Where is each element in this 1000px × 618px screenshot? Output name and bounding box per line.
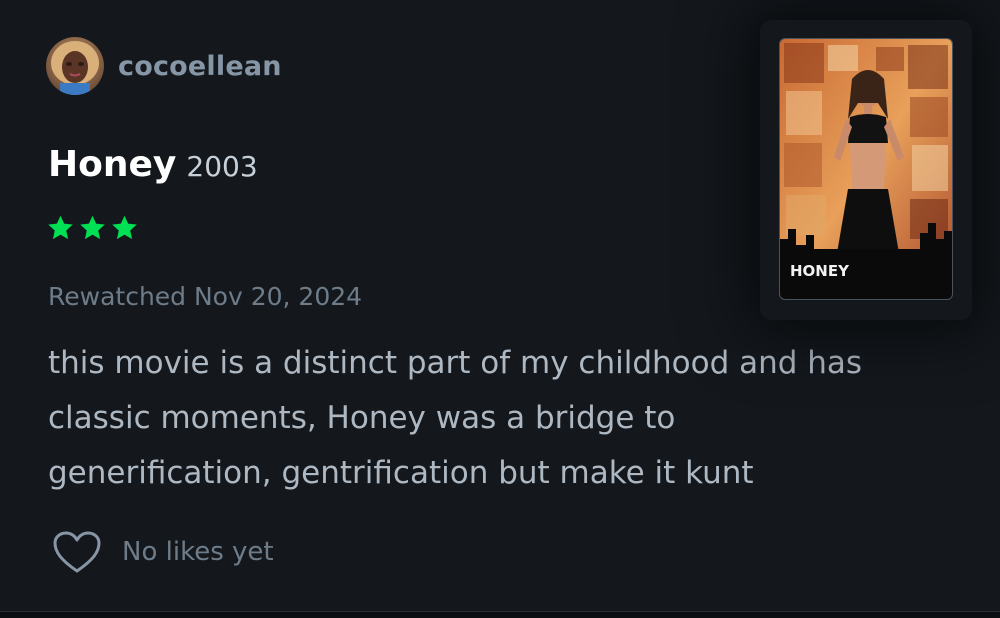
film-heading: Honey 2003 bbox=[48, 144, 258, 185]
star-icon bbox=[112, 215, 137, 240]
review-body: this movie is a distinct part of my chil… bbox=[48, 336, 938, 501]
star-rating bbox=[46, 214, 139, 242]
star-icon bbox=[80, 215, 105, 240]
review-body-line: this movie is a distinct part of my chil… bbox=[48, 345, 863, 381]
review-author[interactable]: cocoellean bbox=[46, 37, 282, 95]
author-username[interactable]: cocoellean bbox=[118, 51, 282, 82]
likes-count: No likes yet bbox=[122, 537, 274, 567]
divider bbox=[0, 611, 1000, 618]
review-body-line: classic moments, Honey was a bridge to bbox=[48, 400, 676, 436]
likes-row: No likes yet bbox=[52, 530, 274, 574]
watched-date: Rewatched Nov 20, 2024 bbox=[48, 282, 363, 311]
heart-outline-icon[interactable] bbox=[52, 530, 102, 574]
star-icon bbox=[48, 215, 73, 240]
film-poster[interactable]: HONEY bbox=[779, 38, 953, 300]
review-card: cocoellean Honey 2003 Rewatched Nov 20, … bbox=[0, 0, 1000, 612]
film-year[interactable]: 2003 bbox=[186, 150, 257, 183]
film-title[interactable]: Honey bbox=[48, 144, 176, 185]
poster-title: HONEY bbox=[790, 262, 850, 280]
review-body-line: generification, gentrification but make … bbox=[48, 455, 754, 491]
avatar[interactable] bbox=[46, 37, 104, 95]
